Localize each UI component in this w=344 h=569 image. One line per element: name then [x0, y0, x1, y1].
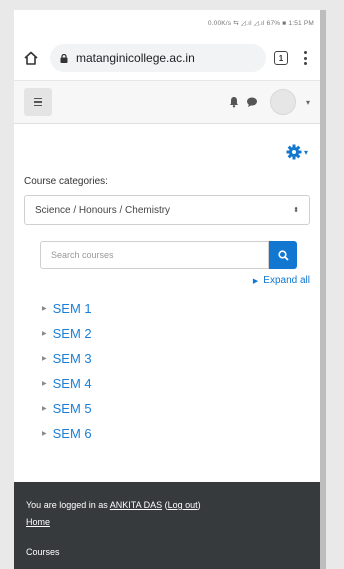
- semester-item[interactable]: ▶ SEM 6: [42, 421, 310, 446]
- course-category-select[interactable]: Science / Honours / Chemistry ⬍: [24, 195, 310, 225]
- collapsed-triangle-icon: ▶: [42, 381, 47, 387]
- settings-caret[interactable]: ▾: [304, 148, 308, 157]
- semester-item[interactable]: ▶ SEM 1: [42, 296, 310, 321]
- collapsed-triangle-icon: ▶: [42, 356, 47, 362]
- url-text: matanginicollege.ac.in: [76, 51, 195, 65]
- semester-item[interactable]: ▶ SEM 3: [42, 346, 310, 371]
- collapsed-triangle-icon: ▶: [42, 406, 47, 412]
- semester-link[interactable]: SEM 4: [53, 376, 92, 391]
- address-bar[interactable]: matanginicollege.ac.in: [50, 44, 266, 72]
- lock-icon: [60, 53, 68, 63]
- logout-link[interactable]: Log out: [168, 500, 198, 510]
- user-menu-caret[interactable]: ▾: [306, 98, 310, 107]
- semester-link[interactable]: SEM 1: [53, 301, 92, 316]
- expand-all-link[interactable]: ▶ Expand all: [24, 275, 310, 286]
- semester-item[interactable]: ▶ SEM 5: [42, 396, 310, 421]
- expand-all-label: Expand all: [263, 275, 310, 286]
- page-footer: You are logged in as ANKITA DAS (Log out…: [14, 482, 320, 569]
- collapsed-triangle-icon: ▶: [42, 306, 47, 312]
- main-content: ▾ Course categories: Science / Honours /…: [14, 142, 320, 446]
- browser-toolbar: matanginicollege.ac.in 1: [14, 36, 320, 80]
- settings-row: ▾: [24, 142, 310, 162]
- home-icon[interactable]: [20, 47, 42, 69]
- course-search: [40, 241, 310, 269]
- semester-link[interactable]: SEM 2: [53, 326, 92, 341]
- site-navbar: ▾: [14, 80, 320, 124]
- search-icon: [277, 249, 289, 261]
- more-menu-icon[interactable]: [302, 51, 308, 65]
- tabs-count-icon[interactable]: 1: [274, 51, 288, 65]
- semester-link[interactable]: SEM 5: [53, 401, 92, 416]
- semester-item[interactable]: ▶ SEM 4: [42, 371, 310, 396]
- status-text: 0.00K/s ⇆ ◿.ıl ◿.ıl 67% ■ 1:51 PM: [207, 20, 314, 27]
- collapsed-triangle-icon: ▶: [42, 331, 47, 337]
- select-arrows-icon: ⬍: [293, 207, 299, 214]
- navbar-right: ▾: [228, 89, 310, 115]
- footer-courses-label[interactable]: Courses: [26, 547, 310, 557]
- semester-list: ▶ SEM 1 ▶ SEM 2 ▶ SEM 3 ▶ SEM 4 ▶ SEM 5 ▶ SEM …: [42, 296, 310, 446]
- semester-link[interactable]: SEM 3: [53, 351, 92, 366]
- chat-icon[interactable]: [246, 96, 258, 108]
- bell-icon[interactable]: [228, 96, 240, 108]
- user-profile-link[interactable]: ANKITA DAS: [110, 500, 162, 510]
- tabs-count: 1: [278, 53, 284, 63]
- avatar[interactable]: [269, 89, 296, 115]
- footer-home-link[interactable]: Home: [26, 517, 50, 527]
- expand-triangle-icon: ▶: [252, 277, 259, 285]
- semester-item[interactable]: ▶ SEM 2: [42, 321, 310, 346]
- semester-link[interactable]: SEM 6: [53, 426, 92, 441]
- search-courses-input[interactable]: [40, 241, 269, 269]
- phone-screen: 0.00K/s ⇆ ◿.ıl ◿.ıl 67% ■ 1:51 PM matang…: [14, 10, 320, 569]
- collapsed-triangle-icon: ▶: [42, 431, 47, 437]
- status-bar: 0.00K/s ⇆ ◿.ıl ◿.ıl 67% ■ 1:51 PM: [14, 10, 320, 36]
- course-categories-label: Course categories:: [24, 176, 108, 187]
- search-button[interactable]: [269, 241, 297, 269]
- login-info: You are logged in as ANKITA DAS (Log out…: [26, 500, 201, 510]
- logged-in-prefix: You are logged in as: [26, 500, 110, 510]
- hamburger-menu-button[interactable]: [24, 88, 52, 116]
- category-selected-value: Science / Honours / Chemistry: [35, 204, 171, 216]
- gear-icon[interactable]: [286, 144, 302, 160]
